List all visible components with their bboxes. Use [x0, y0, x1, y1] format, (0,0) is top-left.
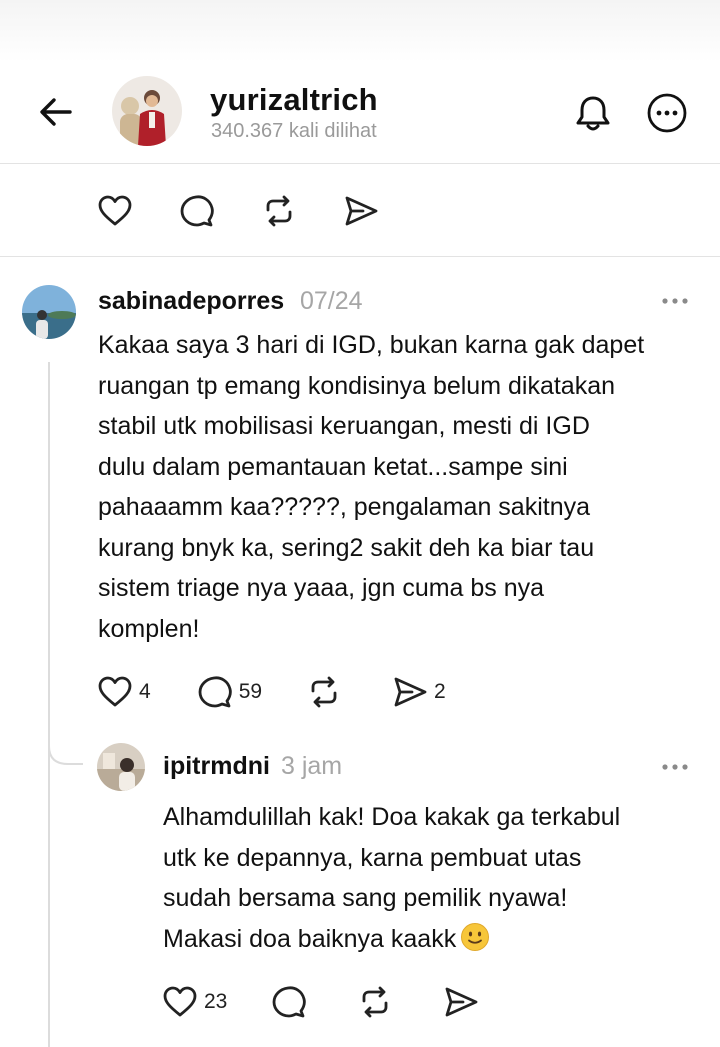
share-count: 2 — [434, 680, 446, 703]
heart-icon — [163, 986, 197, 1017]
back-button[interactable] — [34, 90, 78, 134]
more-horizontal-icon[interactable] — [660, 762, 690, 772]
reply-text-line: utk ke depannya, karna pembuat utas — [163, 843, 582, 872]
comment-text-line: dulu dalam pemantauan ketat...sampe sini — [98, 452, 568, 481]
like-button[interactable] — [97, 194, 139, 228]
thread-line — [48, 362, 50, 1047]
more-horizontal-icon[interactable] — [660, 296, 690, 306]
send-icon — [445, 987, 478, 1017]
reply-text: Alhamdulillah kak! Doa kakak ga terkabul… — [163, 797, 620, 959]
view-count: 340.367 kali dilihat — [211, 120, 377, 142]
heart-icon — [98, 676, 132, 707]
share-button[interactable] — [343, 194, 385, 228]
like-button[interactable]: 4 — [97, 675, 151, 709]
reply-avatar[interactable] — [97, 743, 145, 791]
reply-button[interactable]: 59 — [197, 675, 262, 709]
reply-text-line: sudah bersama sang pemilik nyawa! — [163, 884, 568, 912]
repost-button[interactable] — [261, 194, 303, 228]
reply-username[interactable]: ipitrmdni — [163, 752, 270, 781]
like-count: 23 — [204, 990, 228, 1013]
comment-text-line: kurang bnyk ka, sering2 sakit deh ka bia… — [98, 533, 595, 562]
comment-text: Kakaa saya 3 hari di IGD, bukan karna ga… — [98, 325, 644, 649]
share-button[interactable] — [443, 985, 485, 1019]
comment-icon — [272, 986, 307, 1018]
reply-button[interactable] — [271, 985, 313, 1019]
reply-text-line-last: Makasi doa baiknya kaakk — [163, 919, 620, 960]
more-options-button[interactable] — [644, 90, 690, 136]
share-button[interactable]: 2 — [392, 675, 446, 709]
reply-action-bar: 23 — [162, 985, 525, 1019]
comment-action-bar: 4 59 2 — [97, 675, 486, 709]
reply-time: 3 jam — [281, 752, 343, 780]
repost-icon — [266, 195, 292, 227]
bell-icon — [576, 96, 610, 131]
author-username[interactable]: yurizaltrich — [210, 82, 378, 118]
more-circle-icon — [647, 93, 687, 133]
status-bar-area — [0, 0, 720, 62]
comment-avatar[interactable] — [22, 285, 76, 339]
comment-text-line: Kakaa saya 3 hari di IGD, bukan karna ga… — [98, 331, 645, 359]
post-action-bar — [97, 194, 425, 228]
comment-icon — [180, 195, 214, 227]
comment-text-line: sistem triage nya yaaa, jgn cuma bs nya — [98, 574, 545, 602]
smiling-face-emoji-icon — [461, 922, 490, 951]
like-count: 4 — [139, 680, 151, 703]
notification-button[interactable] — [570, 90, 616, 136]
repost-icon — [311, 676, 337, 708]
like-button[interactable]: 23 — [162, 985, 227, 1019]
send-icon — [394, 677, 427, 707]
reply-connector — [48, 720, 83, 765]
reply-count: 59 — [238, 680, 263, 703]
comment-icon — [198, 676, 232, 708]
comment-username[interactable]: sabinadeporres — [98, 287, 284, 316]
author-avatar[interactable] — [112, 76, 182, 146]
comment-text-line: komplen! — [98, 614, 200, 643]
reply-button[interactable] — [179, 194, 221, 228]
comment-text-line: stabil utk mobilisasi keruangan, mesti d… — [98, 412, 590, 440]
arrow-left-icon — [40, 98, 72, 126]
comment-text-line: pahaaamm kaa?????, pengalaman sakitnya — [98, 493, 591, 521]
send-icon — [345, 196, 378, 226]
repost-button[interactable] — [357, 985, 399, 1019]
repost-icon — [362, 986, 388, 1018]
repost-button[interactable] — [306, 675, 348, 709]
thread-header: yurizaltrich 340.367 kali dilihat — [0, 62, 720, 164]
reply-text-line: Makasi doa baiknya kaakk — [163, 924, 457, 953]
reply-text-line: Alhamdulillah kak! Doa kakak ga terkabul — [163, 803, 621, 831]
comment-time: 07/24 — [300, 287, 363, 315]
heart-icon — [98, 195, 132, 226]
comment-text-line: ruangan tp emang kondisinya belum dikata… — [98, 371, 616, 400]
divider — [0, 256, 720, 257]
